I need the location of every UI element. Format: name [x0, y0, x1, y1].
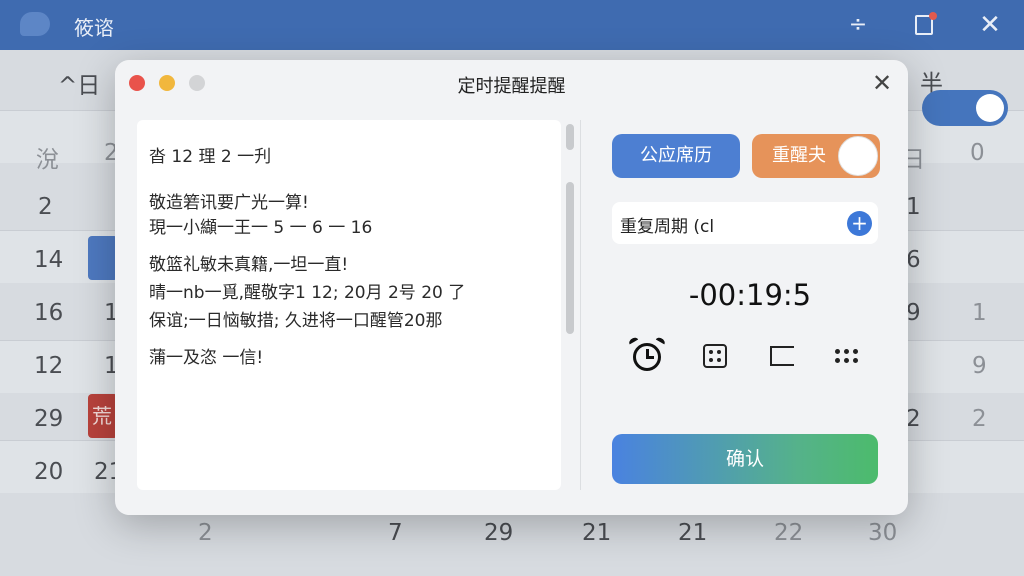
reminder-dialog: 定时提醒提醒 ✕ 沓 12 理 2 一刋 敬造箬讯要广光一算! 現一小纈一王一 … [115, 60, 908, 515]
calendar-header-left: ^日 [58, 73, 101, 99]
grid-dots-icon[interactable] [830, 338, 866, 374]
calendar-day[interactable]: 9 [906, 300, 921, 326]
calendar-day[interactable]: 9 [972, 353, 987, 379]
remind-toggle-label: 重醒夬 [772, 145, 826, 166]
scrollbar-thumb[interactable] [566, 182, 574, 334]
notification-icon[interactable] [910, 10, 940, 40]
repeat-period-row[interactable]: 重复周期 (cl + [612, 202, 878, 244]
solar-calendar-button[interactable]: 公应席历 [612, 134, 740, 178]
calendar-day[interactable]: 1 [906, 194, 921, 220]
calendar-day[interactable]: 21 [678, 520, 707, 546]
calendar-day[interactable]: 12 [34, 353, 63, 379]
panel-divider [580, 120, 581, 490]
calendar-selected-day[interactable] [88, 236, 118, 280]
confirm-button[interactable]: 确认 [612, 434, 878, 484]
calendar-day[interactable]: 29 [484, 520, 513, 546]
app-title: 筱谘 [74, 16, 114, 40]
toggle-knob [838, 136, 878, 176]
scrollbar-thumb-top[interactable] [566, 124, 574, 150]
calendar-day[interactable]: 2 [972, 406, 987, 432]
calendar-day[interactable]: 2 [38, 194, 53, 220]
chat-bubble-icon [20, 12, 50, 36]
calendar-day[interactable]: 30 [868, 520, 897, 546]
weekday-label: 涗 [36, 147, 59, 173]
note-text-area[interactable]: 沓 12 理 2 一刋 敬造箬讯要广光一算! 現一小纈一王一 5 一 6 一 1… [137, 120, 561, 490]
alarm-clock-icon[interactable] [627, 336, 667, 374]
app-titlebar: 筱谘 ÷ ✕ [0, 0, 1024, 50]
note-line: 沓 12 理 2 一刋 [149, 147, 272, 167]
note-line: 蒲一及恣 一信! [149, 348, 264, 368]
bracket-icon[interactable] [763, 338, 799, 374]
countdown-display: -00:19:5 [688, 278, 812, 312]
calendar-day[interactable]: 20 [34, 459, 63, 485]
note-line: 敬篮礼敏未真籍,一坦一直! [149, 255, 349, 275]
repeat-period-label: 重复周期 (cl [620, 217, 715, 237]
weekday-label: 0 [970, 140, 985, 166]
calendar-day[interactable]: 29 [34, 406, 63, 432]
calendar-toggle[interactable] [922, 90, 1008, 126]
calendar-day[interactable]: 21 [582, 520, 611, 546]
remind-toggle-button[interactable]: 重醒夬 [752, 134, 880, 178]
calendar-day[interactable]: 14 [34, 247, 63, 273]
note-line: 保谊;一日恼敏措; 久进将一口醒管20那 [149, 311, 443, 331]
note-line: 敬造箬讯要广光一算! [149, 193, 309, 213]
calendar-day[interactable]: 6 [906, 247, 921, 273]
close-icon[interactable]: ✕ [869, 70, 895, 96]
note-line: 晴一nb一覓,醒敬字1 12; 20月 2号 20 了 [149, 283, 466, 303]
calendar-day[interactable]: 22 [774, 520, 803, 546]
dialog-title: 定时提醒提醒 [457, 76, 566, 97]
plus-icon[interactable]: + [847, 211, 872, 236]
window-close-icon[interactable]: ✕ [975, 10, 1005, 40]
calendar-holiday-tag: 荒 [88, 394, 118, 438]
divide-icon[interactable]: ÷ [843, 10, 873, 40]
calendar-day[interactable]: 16 [34, 300, 63, 326]
calendar-day[interactable]: 2 [198, 520, 213, 546]
dice-icon[interactable] [697, 338, 733, 374]
calendar-day[interactable]: 7 [388, 520, 403, 546]
calendar-day[interactable]: 1 [972, 300, 987, 326]
note-line: 現一小纈一王一 5 一 6 一 16 [149, 218, 373, 238]
calendar-day[interactable]: 2 [906, 406, 921, 432]
